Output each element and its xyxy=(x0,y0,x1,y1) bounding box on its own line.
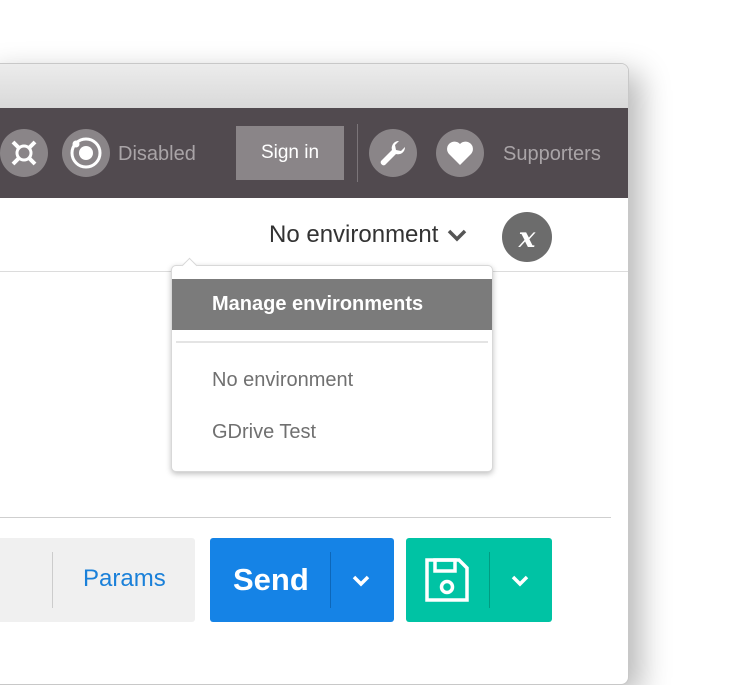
wrench-icon[interactable] xyxy=(369,129,417,177)
send-button[interactable]: Send xyxy=(210,538,394,622)
send-options-chevron-icon[interactable] xyxy=(348,568,374,594)
save-separator xyxy=(489,552,490,608)
sign-in-button[interactable]: Sign in xyxy=(236,126,344,180)
save-button[interactable] xyxy=(406,538,552,622)
content-divider xyxy=(0,517,611,518)
chevron-down-icon xyxy=(448,229,467,242)
realtime-status-label: Disabled xyxy=(118,143,196,165)
menu-divider xyxy=(176,341,488,343)
variables-x-icon: x xyxy=(518,220,536,254)
send-separator xyxy=(330,552,331,608)
title-bar xyxy=(0,64,628,109)
floppy-disk-icon xyxy=(425,558,469,602)
environment-dropdown-menu: Manage environments No environment GDriv… xyxy=(171,257,493,472)
manage-environments-item[interactable]: Manage environments xyxy=(172,279,492,330)
tabs-separator xyxy=(52,552,53,608)
environment-selected-label: No environment xyxy=(269,221,439,248)
graphql-icon[interactable] xyxy=(0,129,48,177)
supporters-label[interactable]: Supporters xyxy=(503,142,601,166)
send-label: Send xyxy=(233,562,309,597)
environment-bar: No environment x xyxy=(0,198,628,272)
menu-item-no-environment[interactable]: No environment xyxy=(212,369,353,392)
clear-environment-button[interactable]: x xyxy=(502,212,552,262)
top-toolbar: Disabled Sign in Supporters xyxy=(0,108,628,198)
params-link[interactable]: Params xyxy=(83,565,166,593)
save-options-chevron-icon[interactable] xyxy=(507,568,533,594)
realtime-icon[interactable] xyxy=(62,129,110,177)
heart-icon[interactable] xyxy=(436,129,484,177)
menu-item-gdrive-test[interactable]: GDrive Test xyxy=(212,421,316,444)
request-tabs: Params xyxy=(0,538,195,622)
environment-select[interactable]: No environment xyxy=(269,218,468,252)
toolbar-divider xyxy=(357,124,358,182)
